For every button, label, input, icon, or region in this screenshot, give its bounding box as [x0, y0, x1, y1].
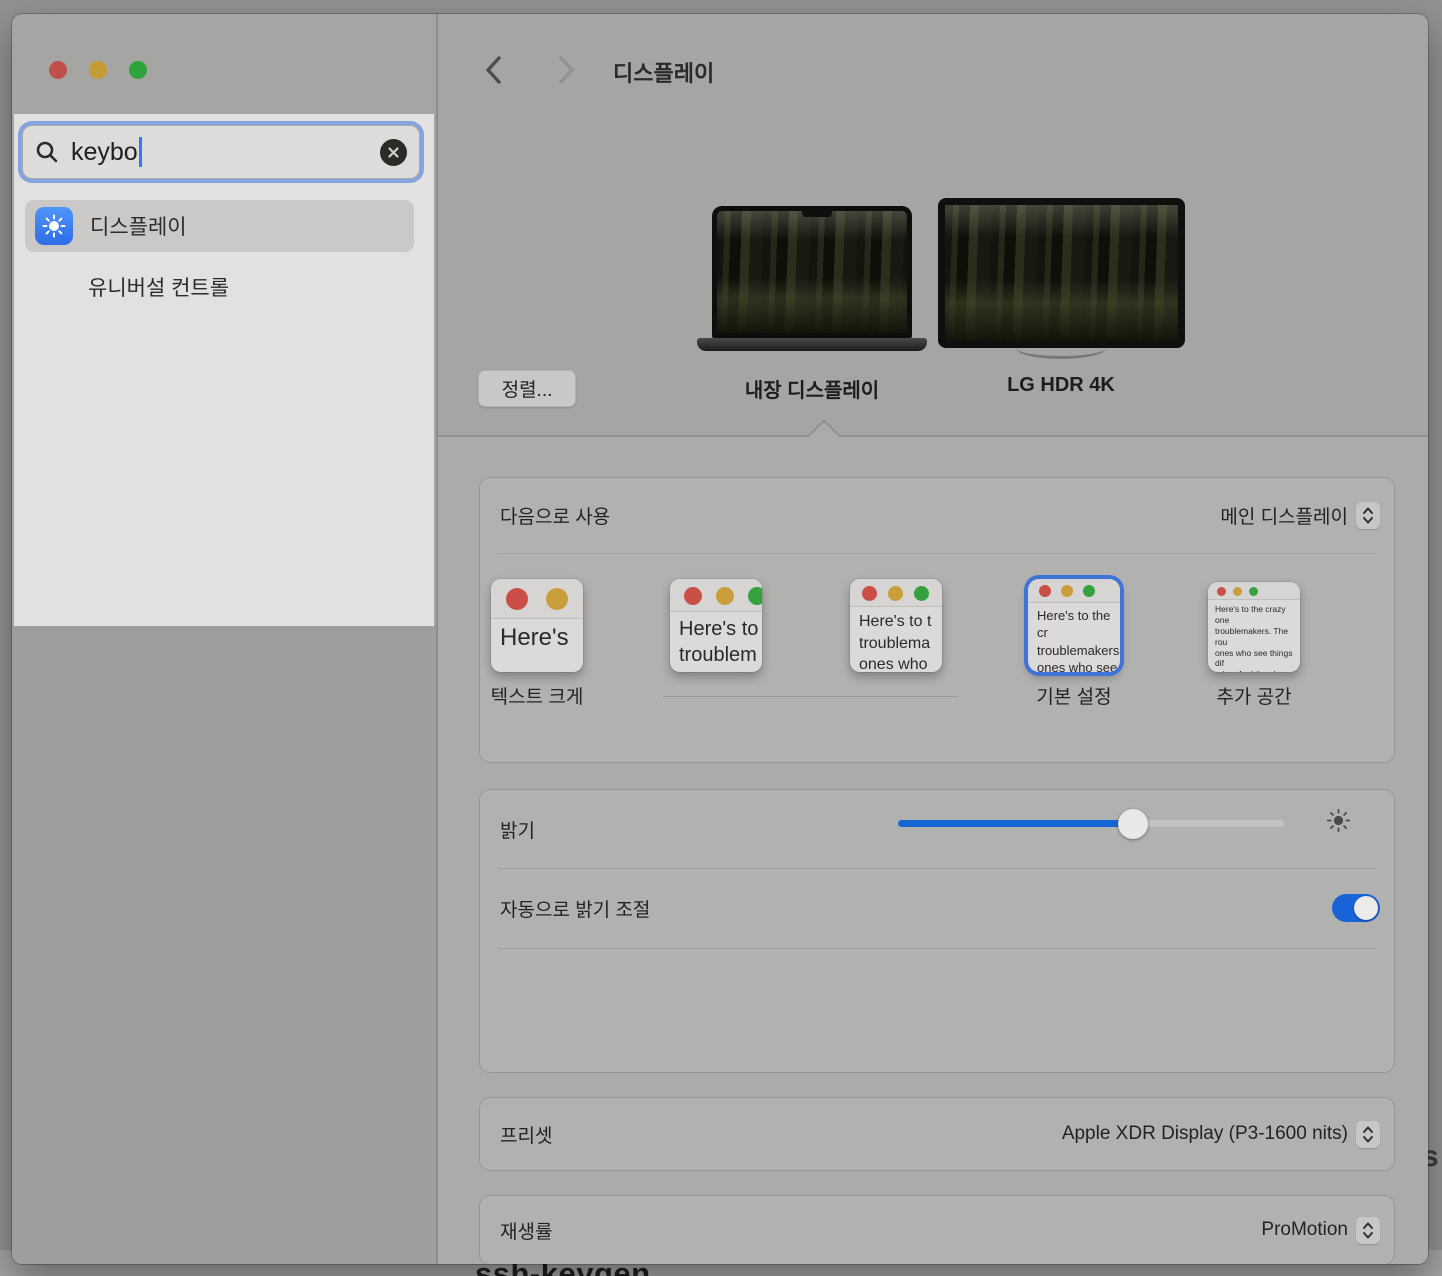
header-divider [438, 435, 1428, 437]
display-name: 내장 디스플레이 [692, 374, 932, 403]
selected-display-notch [807, 419, 841, 453]
scaling-option-3[interactable]: Here's to t troublema ones who [850, 579, 942, 672]
close-button[interactable] [49, 61, 67, 79]
traffic-dot [546, 588, 568, 610]
thumb-text: Here's [491, 619, 583, 653]
system-settings-window: keybo [12, 14, 1428, 1264]
laptop-notch [802, 211, 832, 217]
display-brightness-icon [35, 207, 73, 245]
use-as-dropdown[interactable] [1356, 502, 1380, 529]
traffic-dot [716, 587, 734, 605]
preset-dropdown[interactable] [1356, 1121, 1380, 1148]
traffic-dot [914, 586, 929, 601]
scaling-caption: 기본 설정 [994, 682, 1154, 709]
search-results-panel [14, 114, 434, 626]
page-title: 디스플레이 [613, 56, 714, 88]
chevron-up-down-icon [1361, 1221, 1375, 1240]
search-icon [35, 140, 59, 164]
brightness-group: 밝기 자동으로 밝기 조절 True Tone 디스플레이를 주변광에 맞춰 색… [480, 790, 1394, 1072]
arrange-button[interactable]: 정렬... [478, 370, 576, 407]
scaling-middle-line [663, 696, 958, 697]
refresh-rate-group: 재생률 ProMotion [480, 1196, 1394, 1264]
row-divider [498, 948, 1376, 949]
search-value: keybo [71, 138, 138, 167]
scaling-caption: 텍스트 크게 [457, 682, 617, 709]
thumb-text: Here's to t troublema ones who [850, 607, 942, 672]
builtin-display-preview[interactable] [712, 206, 912, 338]
close-icon [387, 146, 400, 159]
traffic-dot [1233, 587, 1242, 596]
desktop: ssh-keygen s keybo [0, 0, 1442, 1276]
text-cursor [139, 137, 142, 167]
scaling-option-larger-text[interactable]: Here's [491, 579, 583, 672]
thumb-text: Here's to troublem [670, 612, 762, 668]
brightness-low-icon [1326, 808, 1351, 833]
traffic-dot [1039, 585, 1051, 597]
traffic-dot [684, 587, 702, 605]
back-button[interactable] [482, 55, 506, 85]
laptop-base [697, 338, 927, 351]
traffic-dot [1083, 585, 1095, 597]
brightness-slider[interactable] [898, 820, 1284, 827]
scaling-caption: 추가 공간 [1174, 682, 1334, 709]
traffic-dot [888, 586, 903, 601]
toggle-knob [1354, 896, 1378, 920]
search-input[interactable]: keybo [22, 125, 420, 179]
clear-search-button[interactable] [380, 139, 407, 166]
refresh-rate-value: ProMotion [1261, 1219, 1348, 1241]
sidebar-item-display[interactable]: 디스플레이 [25, 200, 414, 252]
scaling-option-more-space[interactable]: Here's to the crazy one troublemakers. T… [1208, 582, 1300, 672]
traffic-dot [1249, 587, 1258, 596]
traffic-dot [1061, 585, 1073, 597]
use-as-label: 다음으로 사용 [500, 502, 610, 529]
auto-brightness-toggle[interactable] [1332, 894, 1380, 922]
thumb-text: Here's to the cr troublemakers. ones who… [1028, 603, 1120, 672]
preset-label: 프리셋 [500, 1121, 552, 1148]
scaling-option-default[interactable]: Here's to the cr troublemakers. ones who… [1028, 579, 1120, 672]
brightness-slider-fill [898, 820, 1133, 827]
display-name: LG HDR 4K [941, 374, 1181, 397]
brightness-slider-knob[interactable] [1118, 809, 1148, 839]
use-as-value: 메인 디스플레이 [1220, 502, 1348, 529]
traffic-dot [862, 586, 877, 601]
refresh-rate-dropdown[interactable] [1356, 1217, 1380, 1244]
forward-button[interactable] [554, 55, 578, 85]
monitor-stand [1016, 346, 1106, 359]
chevron-left-icon [482, 55, 506, 85]
preset-value: Apple XDR Display (P3-1600 nits) [1062, 1123, 1348, 1145]
minimize-button[interactable] [89, 61, 107, 79]
display-settings-pane: 다음으로 사용 메인 디스플레이 Here's Here's [438, 436, 1428, 1264]
sidebar-item-label: 디스플레이 [90, 211, 187, 241]
traffic-dot [748, 587, 762, 605]
thumb-text: Here's to the crazy one troublemakers. T… [1208, 600, 1300, 672]
sidebar: keybo [12, 14, 436, 1264]
chevron-up-down-icon [1361, 1125, 1375, 1144]
zoom-button[interactable] [129, 61, 147, 79]
sidebar-item-universal-control[interactable]: 유니버설 컨트롤 [88, 270, 418, 304]
sidebar-item-label: 유니버설 컨트롤 [88, 272, 229, 302]
refresh-rate-label: 재생률 [500, 1217, 552, 1244]
scaling-option-2[interactable]: Here's to troublem [670, 579, 762, 672]
traffic-dot [1217, 587, 1226, 596]
preset-group: 프리셋 Apple XDR Display (P3-1600 nits) [480, 1098, 1394, 1170]
sidebar-lower-area [12, 626, 436, 1264]
brightness-label: 밝기 [500, 816, 535, 843]
traffic-dot [506, 588, 528, 610]
row-divider [498, 553, 1376, 554]
chevron-right-icon [554, 55, 578, 85]
chevron-up-down-icon [1361, 506, 1375, 525]
auto-brightness-label: 자동으로 밝기 조절 [500, 895, 650, 922]
external-display-preview[interactable] [938, 198, 1185, 348]
